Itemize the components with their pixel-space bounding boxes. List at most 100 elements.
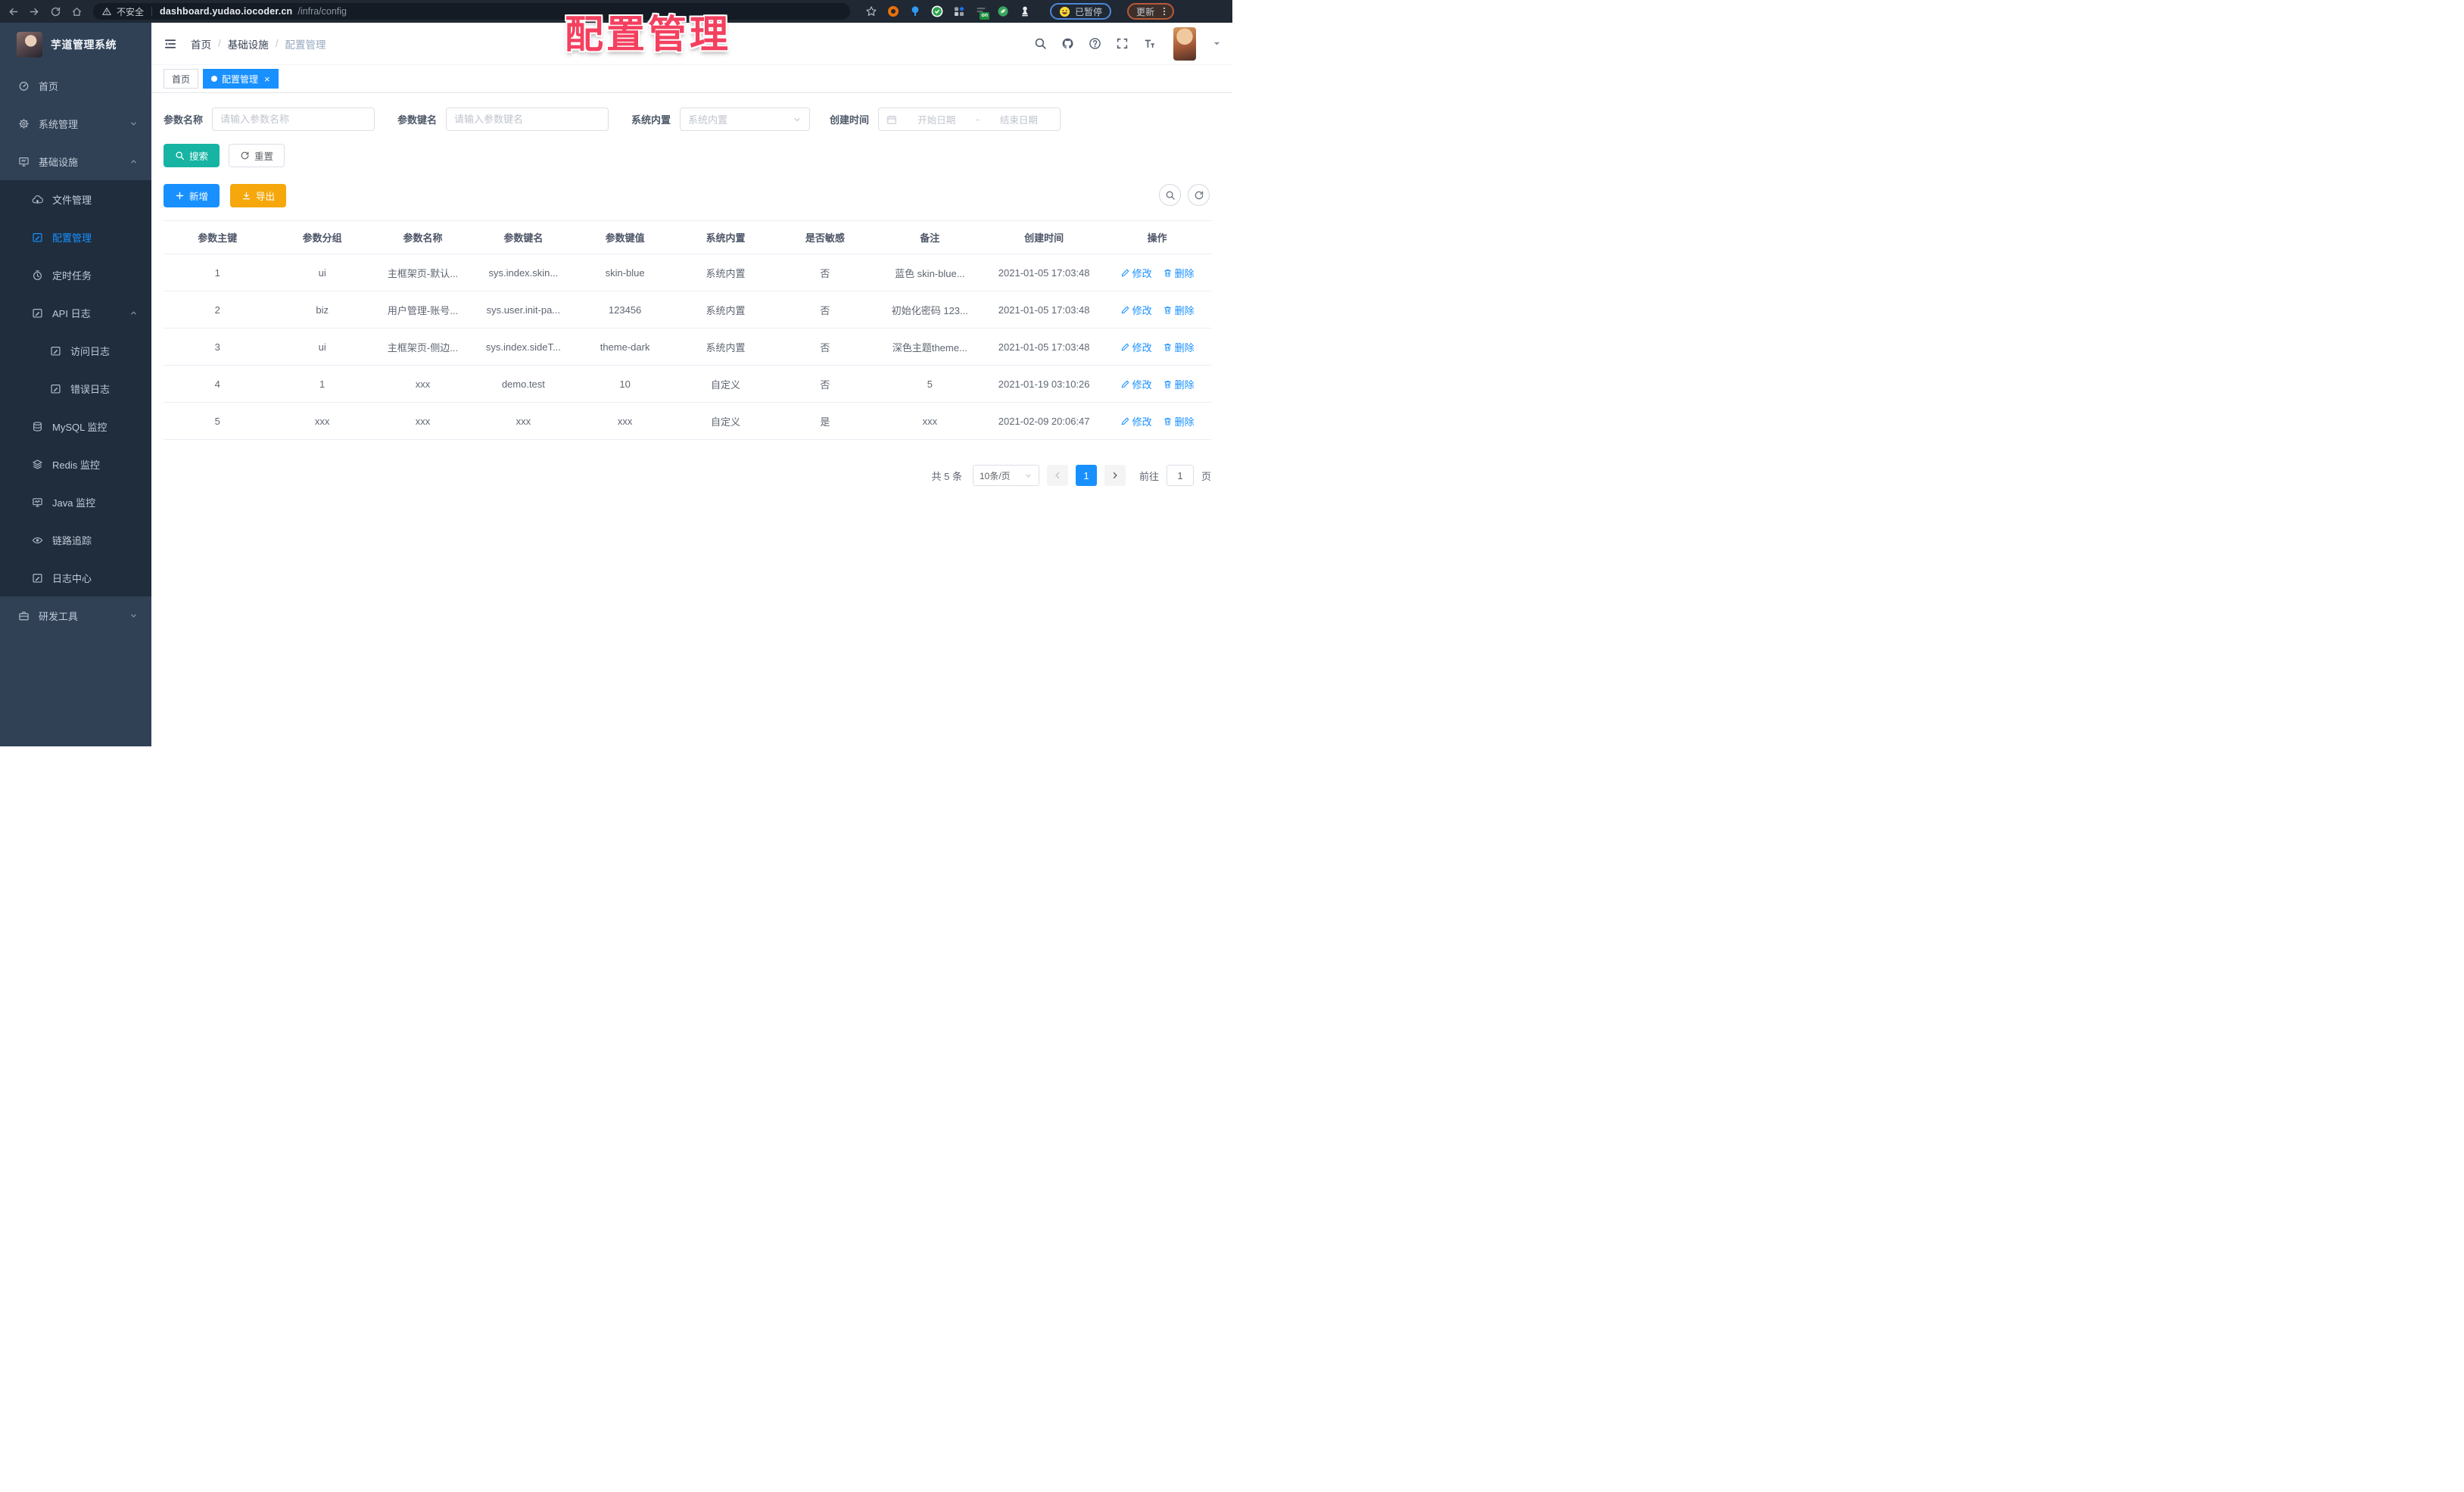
sidebar-item-config-management[interactable]: 配置管理 [0,218,151,256]
sidebar-submenu: 文件管理 配置管理 定时任务 API 日志 访问日志 错误日志 MySQL 监控… [0,180,151,596]
daterange-separator: - [976,114,980,125]
breadcrumb-item[interactable]: 首页 [191,36,211,51]
prev-page-button[interactable] [1046,465,1068,486]
sidebar-item-mysql-monitor[interactable]: MySQL 监控 [0,407,151,445]
sidebar-item-trace[interactable]: 链路追踪 [0,521,151,559]
next-page-button[interactable] [1104,465,1126,486]
filter-name-input[interactable] [212,107,375,131]
sidebar-item-dev-tools[interactable]: 研发工具 [0,596,151,634]
filter-key-input[interactable] [446,107,609,131]
address-bar[interactable]: 不安全 dashboard.yudao.iocoder.cn/infra/con… [93,3,850,20]
delete-row-link[interactable]: 删除 [1163,377,1195,391]
sidebar-item-access-log[interactable]: 访问日志 [0,332,151,369]
table-row: 3 ui 主框架页-侧边... sys.index.sideT... theme-dar… [164,329,1211,366]
sidebar-item-label: Redis 监控 [52,459,100,471]
extension-orange-ring-icon[interactable] [887,5,899,17]
sidebar-item-system-management[interactable]: 系统管理 [0,104,151,142]
fullscreen-icon[interactable] [1116,37,1129,50]
sidebar-item-home[interactable]: 首页 [0,67,151,104]
browser-home-icon[interactable] [71,6,83,17]
table-cell: xxx [617,415,633,427]
sidebar-item-scheduled-tasks[interactable]: 定时任务 [0,256,151,294]
extension-on-badge-icon[interactable]: on [975,5,989,20]
extension-green-leaf-icon[interactable] [997,5,1009,17]
table-cell: 系统内置 [706,341,746,354]
security-label[interactable]: 不安全 [117,5,144,18]
refresh-table-button[interactable] [1188,184,1210,206]
browser-back-icon[interactable] [8,6,19,17]
extension-green-check-icon[interactable] [931,5,943,17]
browser-reload-icon[interactable] [50,6,61,17]
tab-close-icon[interactable]: × [264,74,270,84]
edit-row-link[interactable]: 修改 [1120,303,1152,317]
table-row: 2 biz 用户管理-账号... sys.user.init-pa... 123456 系… [164,291,1211,329]
font-size-icon[interactable] [1143,37,1156,50]
toggle-search-button[interactable] [1159,184,1181,206]
sidebar-toggle-icon[interactable] [164,37,177,51]
extension-on-badge-label: on [980,12,989,20]
sidebar-item-log-center[interactable]: 日志中心 [0,559,151,596]
not-secure-warning-icon [102,8,111,15]
extension-white-pawn-icon[interactable] [1019,5,1031,17]
breadcrumb-separator: / [218,38,221,49]
tab-home[interactable]: 首页 [164,69,199,89]
table-cell: 2021-01-05 17:03:48 [998,304,1090,316]
sidebar-menu-top: 首页 系统管理 基础设施 [0,67,151,180]
browser-update-button[interactable]: 更新 [1127,3,1175,20]
paused-extension-chip[interactable]: 已暂停 [1050,3,1112,20]
help-icon[interactable] [1089,37,1101,50]
page-number-1[interactable]: 1 [1075,465,1097,486]
browser-forward-icon[interactable] [29,6,40,17]
sidebar-item-label: 日志中心 [52,572,92,584]
edit-row-link[interactable]: 修改 [1120,266,1152,280]
sidebar-item-api-log[interactable]: API 日志 [0,294,151,332]
sidebar-item-infrastructure[interactable]: 基础设施 [0,142,151,180]
screen-icon [33,497,42,506]
chevron-right-icon [1113,472,1117,479]
edit-row-link[interactable]: 修改 [1120,340,1152,354]
extension-blue-diamond-icon[interactable] [953,5,965,17]
avatar-caret-down-icon[interactable] [1212,39,1222,48]
breadcrumb-separator: / [275,38,279,49]
export-button[interactable]: 导出 [230,184,287,207]
goto-page-input[interactable] [1166,465,1194,486]
table-cell: 5 [927,378,933,390]
table-row: 5 xxx xxx xxx xxx 自定义是 xxx 2021-02-09 20:06:47 … [164,403,1211,440]
sidebar-item-file-management[interactable]: 文件管理 [0,180,151,218]
table-column-header: 系统内置 [706,232,746,244]
sidebar-item-error-log[interactable]: 错误日志 [0,369,151,407]
daterange-end-placeholder: 结束日期 [999,115,1038,126]
delete-row-link[interactable]: 删除 [1163,266,1195,280]
table-column-header: 是否敏感 [805,232,845,244]
search-icon[interactable] [1034,37,1047,50]
table-cell: 用户管理-账号... [387,304,459,316]
breadcrumb-item[interactable]: 基础设施 [228,36,269,51]
delete-row-link[interactable]: 删除 [1163,414,1195,428]
delete-row-link[interactable]: 删除 [1163,340,1195,354]
table-cell: 123456 [608,304,642,316]
sidebar-item-java-monitor[interactable]: Java 监控 [0,483,151,521]
reset-button[interactable]: 重置 [229,144,285,167]
user-avatar[interactable] [1173,26,1196,61]
edit-row-link[interactable]: 修改 [1120,377,1152,391]
page-size-select[interactable]: 10条/页 [972,465,1039,486]
delete-row-link[interactable]: 删除 [1163,303,1195,317]
kebab-menu-icon[interactable] [1159,6,1170,17]
sidebar-item-redis-monitor[interactable]: Redis 监控 [0,445,151,483]
edit-row-link[interactable]: 修改 [1120,414,1152,428]
bookmark-star-icon[interactable] [865,5,877,17]
filter-daterange-picker[interactable]: 开始日期 - 结束日期 [878,107,1061,131]
paused-chip-label: 已暂停 [1075,6,1103,17]
add-button[interactable]: 新增 [164,184,220,207]
filter-builtin-select[interactable]: 系统内置 [680,107,811,131]
app-logo[interactable]: 芋道管理系统 [0,23,151,67]
extension-pin-icon[interactable] [909,5,921,17]
table-cell: ui [318,266,326,279]
daterange-start-placeholder: 开始日期 [917,115,956,126]
table-cell: 自定义 [710,416,740,428]
tab-config-management[interactable]: 配置管理 × [203,69,279,89]
trash-icon [1163,306,1171,314]
search-button[interactable]: 搜索 [164,144,220,167]
github-icon[interactable] [1061,37,1074,50]
table-cell: 初始化密码 123... [891,304,968,316]
